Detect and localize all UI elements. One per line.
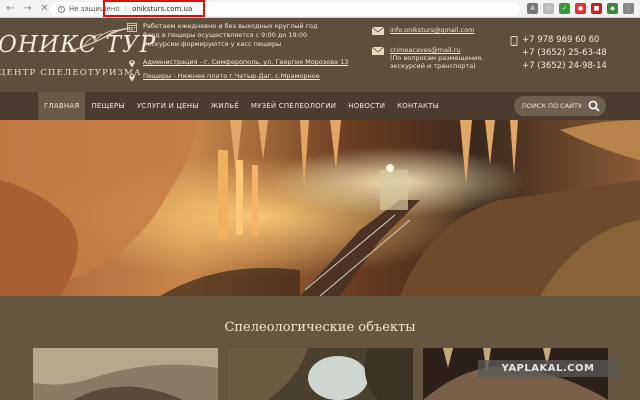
browser-toolbar: ← → ✕ i Не защищено | oniksturs.com.ua A…	[0, 0, 640, 18]
logo-subtitle: ЦЕНТР СПЕЛЕОТУРИЗМА	[0, 68, 142, 78]
section-title: Спелеологические объекты	[224, 320, 416, 335]
extension-red-icon[interactable]: ●	[575, 3, 586, 14]
extension-icons: A ☆ ✓ ● ■ ◆ ⋮	[527, 3, 634, 14]
info-column: Работаем ежедневно и без выходных круглы…	[127, 22, 367, 82]
extension-adblock-icon[interactable]: ■	[591, 3, 602, 14]
caves-address-block: Пещеры - Нижнее плато г.Чатыр-Даг, с.Мра…	[127, 72, 367, 82]
nav-item-housing[interactable]: ЖИЛЬЁ	[205, 92, 245, 120]
nav-item-caves[interactable]: ПЕЩЕРЫ	[85, 92, 130, 120]
map-pin-icon	[129, 74, 135, 82]
extension-green-icon[interactable]: ✓	[559, 3, 570, 14]
envelope-icon	[372, 27, 384, 35]
phone-row-2[interactable]: +7 (3652) 25-63-48	[510, 47, 638, 60]
admin-address-block: Администрация - г. Симферополь, ул. Геор…	[127, 58, 367, 68]
search-placeholder: ПОИСК ПО САЙТУ	[522, 102, 582, 110]
star-icon[interactable]: ☆	[543, 3, 554, 14]
phone-1: +7 978 969 60 60	[522, 35, 600, 45]
nav-item-museum[interactable]: МУЗЕЙ СПЕЛЕОЛОГИИ	[245, 92, 342, 120]
email-note: (По вопросам размещения, экскурсий и тра…	[390, 54, 484, 70]
nav-item-news[interactable]: НОВОСТИ	[342, 92, 391, 120]
phone-row-1[interactable]: +7 978 969 60 60	[510, 34, 638, 47]
menu-icon[interactable]: ⋮	[623, 3, 634, 14]
watermark: YAPLAKAL.COM	[478, 360, 618, 377]
extension-shield-icon[interactable]: ◆	[607, 3, 618, 14]
info-icon[interactable]: i	[58, 5, 65, 13]
email-row-1: info.oniksturs@gmail.com	[372, 26, 502, 35]
back-icon[interactable]: ←	[4, 2, 17, 15]
speleo-objects-section: Спелеологические объекты	[0, 296, 640, 400]
email-row-2: crimeacaves@mail.ru (По вопросам размеще…	[372, 46, 502, 70]
email-link-2[interactable]: crimeacaves@mail.ru	[390, 46, 502, 54]
hours-line-2: Вход в пещеры осуществляется с 9:00 до 1…	[143, 31, 308, 39]
nav-item-home[interactable]: ГЛАВНАЯ	[38, 92, 86, 120]
email-column: info.oniksturs@gmail.com crimeacaves@mai…	[372, 26, 502, 70]
envelope-icon	[372, 47, 384, 55]
site-header: ОНИКС ТУР ЦЕНТР СПЕЛЕОТУРИЗМА Работаем е…	[0, 18, 640, 92]
nav-item-contacts[interactable]: КОНТАКТЫ	[391, 92, 445, 120]
caves-address-link[interactable]: Пещеры - Нижнее плато г.Чатыр-Даг, с.Мра…	[143, 72, 320, 80]
map-pin-icon	[129, 60, 135, 68]
admin-address-link[interactable]: Администрация - г. Симферополь, ул. Геор…	[143, 58, 348, 66]
cave-thumbnail-2[interactable]	[228, 348, 413, 400]
feather-icon	[73, 27, 131, 51]
search-icon[interactable]	[588, 100, 600, 112]
nav-item-services[interactable]: УСЛУГИ И ЦЕНЫ	[131, 92, 205, 120]
translate-icon[interactable]: A	[527, 3, 538, 14]
hours-block: Работаем ежедневно и без выходных круглы…	[127, 22, 367, 49]
hours-line-3: Экскурсии формируются у касс пещеры	[143, 40, 282, 48]
site-search[interactable]: ПОИСК ПО САЙТУ	[514, 96, 606, 116]
main-navigation: ГЛАВНАЯ ПЕЩЕРЫ УСЛУГИ И ЦЕНЫ ЖИЛЬЁ МУЗЕЙ…	[0, 92, 640, 120]
forward-icon[interactable]: →	[21, 2, 34, 15]
hero-cave-image	[0, 120, 640, 296]
cave-thumbnail-1[interactable]	[33, 348, 218, 400]
hours-line-1: Работаем ежедневно и без выходных круглы…	[143, 22, 318, 30]
email-link-1[interactable]: info.oniksturs@gmail.com	[390, 26, 474, 34]
phone-column: +7 978 969 60 60 +7 (3652) 25-63-48 +7 (…	[510, 34, 638, 73]
mobile-phone-icon	[510, 36, 518, 46]
calendar-icon	[127, 23, 137, 32]
nav-items: ГЛАВНАЯ ПЕЩЕРЫ УСЛУГИ И ЦЕНЫ ЖИЛЬЁ МУЗЕЙ…	[38, 92, 445, 120]
phone-3: +7 (3652) 24-98-14	[522, 61, 607, 71]
phone-row-3[interactable]: +7 (3652) 24-98-14	[510, 60, 638, 73]
url-highlight-frame	[103, 0, 205, 17]
phone-2: +7 (3652) 25-63-48	[522, 48, 607, 58]
